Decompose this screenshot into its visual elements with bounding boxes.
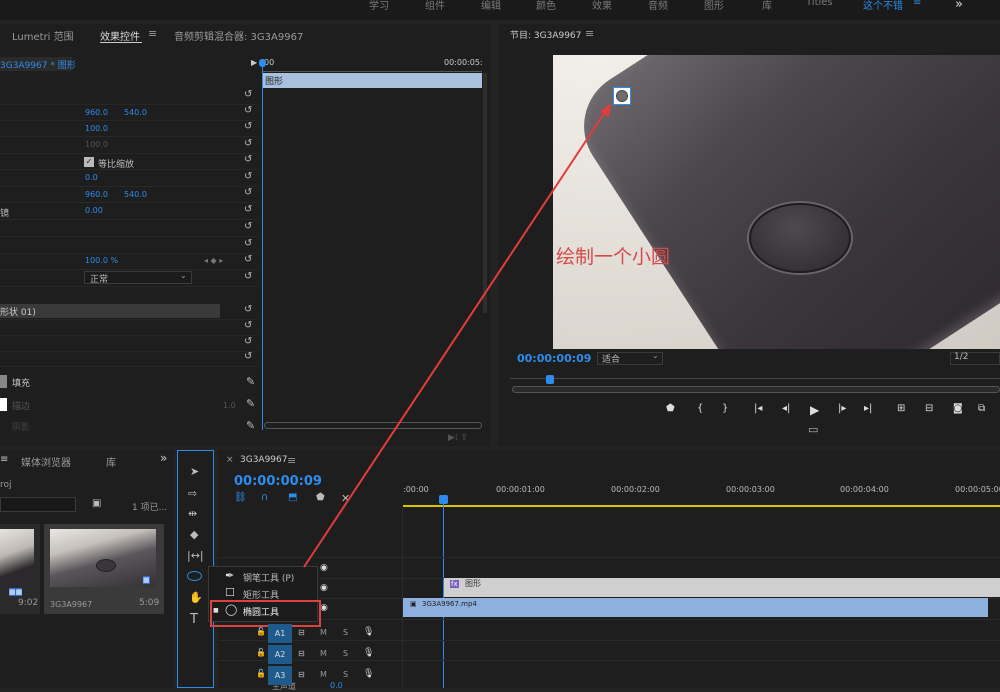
reset-icon[interactable]: ↺ xyxy=(244,105,252,116)
lock-icon[interactable]: 🔓 xyxy=(256,648,266,657)
track-target-button[interactable]: A2 xyxy=(268,645,292,664)
param-value[interactable]: 0.0 xyxy=(85,173,98,182)
ec-row-divider xyxy=(0,186,258,187)
solo-button[interactable]: S xyxy=(343,670,348,679)
reset-icon[interactable]: ↺ xyxy=(244,351,252,362)
add-marker-icon[interactable]: ⬟ xyxy=(666,403,675,414)
param-value[interactable]: 100.0 xyxy=(85,140,108,149)
reset-icon[interactable]: ↺ xyxy=(244,171,252,182)
workspace-tab[interactable]: 效果 xyxy=(592,0,612,12)
mic-icon[interactable]: 🎙 xyxy=(363,648,374,658)
ec-row-divider xyxy=(0,104,258,105)
mic-icon[interactable]: 🎙 xyxy=(363,669,374,679)
ruler-label: 00:00:03:00 xyxy=(726,485,775,494)
go-to-out-icon[interactable]: ▸| xyxy=(864,403,872,414)
sync-lock-icon[interactable]: ⊟ xyxy=(298,649,305,658)
ec-row-divider xyxy=(0,286,258,287)
workspace-tab[interactable]: Titles xyxy=(806,0,833,8)
sync-lock-icon[interactable]: ⊟ xyxy=(298,670,305,679)
ec-row-divider xyxy=(0,335,258,336)
flyout-item-ellipse[interactable]: 椭圆工具 xyxy=(243,605,279,618)
step-forward-icon[interactable]: |▸ xyxy=(838,403,846,414)
compare-icon[interactable]: ⧉ xyxy=(978,403,985,414)
reset-icon[interactable]: ↺ xyxy=(244,336,252,347)
mute-button[interactable]: M xyxy=(320,670,327,679)
ec-row-divider xyxy=(0,136,258,137)
pen-icon: ✒ xyxy=(225,569,235,582)
ec-row-divider xyxy=(0,153,258,154)
track-target-button[interactable]: A3 xyxy=(268,666,292,685)
reset-icon[interactable]: ↺ xyxy=(244,204,252,215)
reset-icon[interactable]: ↺ xyxy=(244,187,252,198)
ruler-label: 00:00:04:00 xyxy=(840,485,889,494)
ec-row-divider xyxy=(0,169,258,170)
ec-row-divider xyxy=(0,120,258,121)
mic-icon[interactable]: 🎙 xyxy=(363,627,374,637)
mark-out-icon[interactable]: } xyxy=(722,403,728,414)
ec-row-divider xyxy=(0,319,258,320)
reset-icon[interactable]: ↺ xyxy=(244,154,252,165)
ellipse-icon: ◯ xyxy=(225,603,238,616)
workspace-tab[interactable]: 编辑 xyxy=(481,0,501,12)
step-back-icon[interactable]: ◂| xyxy=(782,403,790,414)
workspace-tab[interactable]: 组件 xyxy=(425,0,445,12)
ruler-label: :00:00 xyxy=(403,485,429,494)
mute-button[interactable]: M xyxy=(320,649,327,658)
workspace-tab[interactable]: 库 xyxy=(762,0,772,12)
flyout-item-rectangle[interactable]: 矩形工具 xyxy=(243,588,279,601)
mute-button[interactable]: M xyxy=(320,628,327,637)
param-value[interactable]: 100.0 % xyxy=(85,256,118,265)
ec-row-divider xyxy=(0,253,258,254)
reset-icon[interactable]: ↺ xyxy=(244,221,252,232)
ruler-label: 00:00:01:00 xyxy=(496,485,545,494)
lift-icon[interactable]: ⊞ xyxy=(897,403,905,414)
ec-row-divider xyxy=(0,202,258,203)
reset-icon[interactable]: ↺ xyxy=(244,89,252,100)
ec-row-divider xyxy=(0,366,258,367)
play-icon[interactable]: ▶ xyxy=(810,403,819,417)
reset-icon[interactable]: ↺ xyxy=(244,271,252,282)
ec-row-divider xyxy=(0,269,258,270)
solo-button[interactable]: S xyxy=(343,628,348,637)
reset-icon[interactable]: ↺ xyxy=(244,238,252,249)
solo-button[interactable]: S xyxy=(343,649,348,658)
lock-icon[interactable]: 🔓 xyxy=(256,669,266,678)
selected-bullet: ■ xyxy=(213,607,219,614)
ec-row-divider xyxy=(0,351,258,352)
extract-icon[interactable]: ⊟ xyxy=(925,403,933,414)
workspace-tab[interactable]: 颜色 xyxy=(536,0,556,12)
param-value[interactable]: 960.0 xyxy=(85,190,108,199)
flyout-item-pen[interactable]: 钢笔工具 (P) xyxy=(243,571,294,584)
reset-icon[interactable]: ↺ xyxy=(244,138,252,149)
ec-row-divider xyxy=(0,219,258,220)
param-value[interactable]: 0.00 xyxy=(85,206,103,215)
ruler-label: 00:00:05:00 xyxy=(955,485,1000,494)
mark-in-icon[interactable]: { xyxy=(697,403,703,414)
param-value[interactable]: 960.0 xyxy=(85,108,108,117)
go-to-in-icon[interactable]: |◂ xyxy=(754,403,762,414)
reset-icon[interactable]: ↺ xyxy=(244,320,252,331)
param-value[interactable]: 100.0 xyxy=(85,124,108,133)
reset-icon[interactable]: ↺ xyxy=(244,121,252,132)
lock-icon[interactable]: 🔓 xyxy=(256,627,266,636)
ec-row-divider xyxy=(0,236,258,237)
export-frame-icon[interactable]: ◙ xyxy=(953,403,963,414)
sync-lock-icon[interactable]: ⊟ xyxy=(298,628,305,637)
ruler-label: 00:00:02:00 xyxy=(611,485,660,494)
workspace-tab[interactable]: 学习 xyxy=(369,0,389,12)
reset-icon[interactable]: ↺ xyxy=(244,254,252,265)
param-label: 镜 xyxy=(0,209,10,219)
workspace-tab[interactable]: 图形 xyxy=(704,0,724,12)
track-target-button[interactable]: A1 xyxy=(268,624,292,643)
reset-icon[interactable]: ↺ xyxy=(244,304,252,315)
workspace-tab[interactable]: 音频 xyxy=(648,0,668,12)
workspace-tab[interactable]: ≡ xyxy=(913,0,921,8)
param-value[interactable]: 540.0 xyxy=(124,108,147,117)
workspace-tab[interactable]: 这个不错 xyxy=(863,0,903,12)
rectangle-icon: ☐ xyxy=(225,586,235,599)
param-value[interactable]: 540.0 xyxy=(124,190,147,199)
